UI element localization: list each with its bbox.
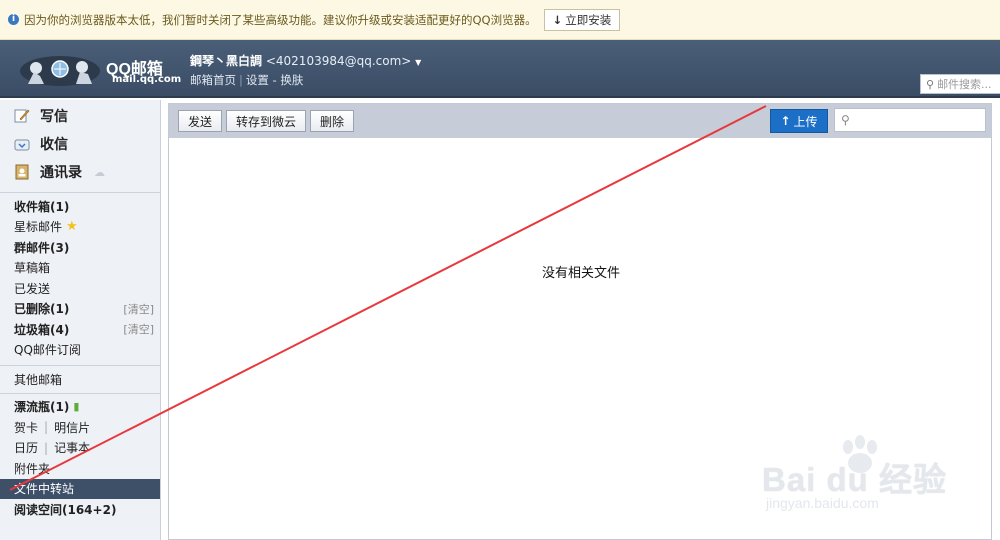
postcard-link[interactable]: 明信片 [54, 419, 90, 436]
file-toolbar: 发送 转存到微云 删除 ↑ 上传 ⚲ [169, 104, 991, 138]
folder-attachments-label: 附件夹 [14, 461, 51, 476]
sidebar: 写信 收信 通讯录 ☁ 收件箱(1) 星标邮件 ★ 群邮件(3) 草稿箱 已发送 … [0, 100, 161, 540]
warning-message: 因为你的浏览器版本太低，我们暂时关闭了某些高级功能。建议你升级或安装适配更好的Q… [24, 12, 537, 27]
settings-link[interactable]: 设置 [246, 73, 269, 87]
upload-arrow-icon: ↑ [780, 114, 791, 128]
logo-artwork-icon [20, 56, 100, 86]
upload-button[interactable]: ↑ 上传 [770, 109, 828, 133]
receive-label: 收信 [40, 137, 68, 153]
folder-spam-label: 垃圾箱(4) [14, 322, 70, 337]
folder-reading-label: 阅读空间(164+2) [14, 502, 117, 517]
contacts-label: 通讯录 [40, 165, 82, 181]
link-dash: - [272, 73, 277, 87]
mail-header: QQ邮箱 mail.qq.com 鋼琴丶黑白調 <402103984@qq.co… [0, 40, 1000, 98]
folder-drafts-label: 草稿箱 [14, 261, 51, 276]
folder-cards: 贺卡 | 明信片 [0, 417, 160, 438]
clear-deleted-link[interactable]: [清空] [123, 301, 154, 317]
qq-mail-logo[interactable]: QQ邮箱 mail.qq.com [18, 50, 182, 90]
mail-home-link[interactable]: 邮箱首页 [190, 73, 236, 87]
download-arrow-icon: ↓ [552, 12, 563, 27]
folder-other-mailboxes[interactable]: 其他邮箱 [0, 369, 160, 390]
mail-search-input[interactable]: ⚲ 邮件搜索... [920, 74, 1000, 94]
link-separator: | [239, 73, 243, 87]
chat-bubble-icon: ☁ [94, 165, 105, 179]
link-separator: | [44, 440, 49, 455]
star-icon: ★ [66, 219, 78, 235]
account-dropdown-icon[interactable]: ▼ [415, 58, 421, 67]
link-separator: | [44, 420, 49, 435]
folder-drift-bottle[interactable]: 漂流瓶(1) ▮ [0, 397, 160, 418]
inbox-tray-icon [14, 136, 30, 152]
compose-button[interactable]: 写信 [0, 102, 160, 130]
search-icon: ⚲ [841, 113, 850, 127]
folder-subscriptions[interactable]: QQ邮件订阅 [0, 340, 160, 361]
folder-other-label: 其他邮箱 [14, 372, 63, 387]
folder-drafts[interactable]: 草稿箱 [0, 258, 160, 279]
folder-attachments[interactable]: 附件夹 [0, 458, 160, 479]
folder-subscriptions-label: QQ邮件订阅 [14, 343, 81, 358]
compose-label: 写信 [40, 109, 68, 125]
save-to-cloud-button[interactable]: 转存到微云 [226, 110, 307, 132]
user-email[interactable]: <402103984@qq.com> [266, 54, 412, 68]
folder-inbox-label: 收件箱(1) [14, 199, 70, 214]
folder-reading-space[interactable]: 阅读空间(164+2) [0, 499, 160, 520]
user-info: 鋼琴丶黑白調 <402103984@qq.com> ▼ 邮箱首页 | 设置 - 换肤 [190, 52, 421, 88]
address-book-icon [14, 164, 30, 180]
mail-search-placeholder: 邮件搜索... [937, 78, 992, 91]
logo-domain: mail.qq.com [112, 74, 182, 85]
greeting-card-link[interactable]: 贺卡 [14, 419, 38, 436]
folder-transfer-label: 文件中转站 [14, 482, 75, 497]
empty-state-message: 没有相关文件 [541, 266, 620, 281]
info-icon: i [8, 14, 19, 25]
header-links: 邮箱首页 | 设置 - 换肤 [190, 72, 421, 88]
receive-button[interactable]: 收信 [0, 130, 160, 158]
folder-spam[interactable]: 垃圾箱(4) [清空] [0, 319, 160, 340]
folder-starred-label: 星标邮件 [14, 220, 63, 235]
search-icon: ⚲ [926, 77, 935, 91]
folder-deleted-label: 已删除(1) [14, 302, 70, 317]
folder-group-label: 群邮件(3) [14, 240, 70, 255]
delete-button[interactable]: 删除 [310, 110, 355, 132]
folder-group[interactable]: 群邮件(3) [0, 237, 160, 258]
baidu-jingyan-watermark: Bai du 经验 jingyan.baidu.com [760, 435, 950, 520]
folder-calendar-notes: 日历 | 记事本 [0, 438, 160, 459]
browser-warning-bar: i 因为你的浏览器版本太低，我们暂时关闭了某些高级功能。建议你升级或安装适配更好… [0, 0, 1000, 40]
file-search-input[interactable]: ⚲ [834, 108, 986, 132]
user-name[interactable]: 鋼琴丶黑白調 [190, 54, 262, 68]
watermark-site: jingyan.baidu.com [766, 495, 879, 511]
calendar-link[interactable]: 日历 [14, 439, 38, 456]
watermark-brand: Bai du 经验 [762, 461, 948, 498]
upload-label: 上传 [793, 114, 818, 129]
contacts-button[interactable]: 通讯录 ☁ [0, 158, 160, 186]
clear-spam-link[interactable]: [清空] [123, 321, 154, 337]
send-button[interactable]: 发送 [178, 110, 223, 132]
folder-deleted[interactable]: 已删除(1) [清空] [0, 299, 160, 320]
folder-file-transfer[interactable]: 文件中转站 [0, 478, 160, 499]
folder-sent-label: 已发送 [14, 281, 51, 296]
install-label: 立即安装 [565, 12, 612, 27]
notes-link[interactable]: 记事本 [54, 439, 90, 456]
folder-inbox[interactable]: 收件箱(1) [0, 196, 160, 217]
change-skin-link[interactable]: 换肤 [280, 73, 303, 87]
folder-sent[interactable]: 已发送 [0, 278, 160, 299]
folder-starred[interactable]: 星标邮件 ★ [0, 217, 160, 238]
install-browser-button[interactable]: ↓ 立即安装 [543, 8, 621, 31]
bottle-icon: ▮ [73, 400, 80, 414]
folder-bottle-label: 漂流瓶(1) [14, 400, 70, 415]
compose-pencil-icon [14, 108, 30, 124]
